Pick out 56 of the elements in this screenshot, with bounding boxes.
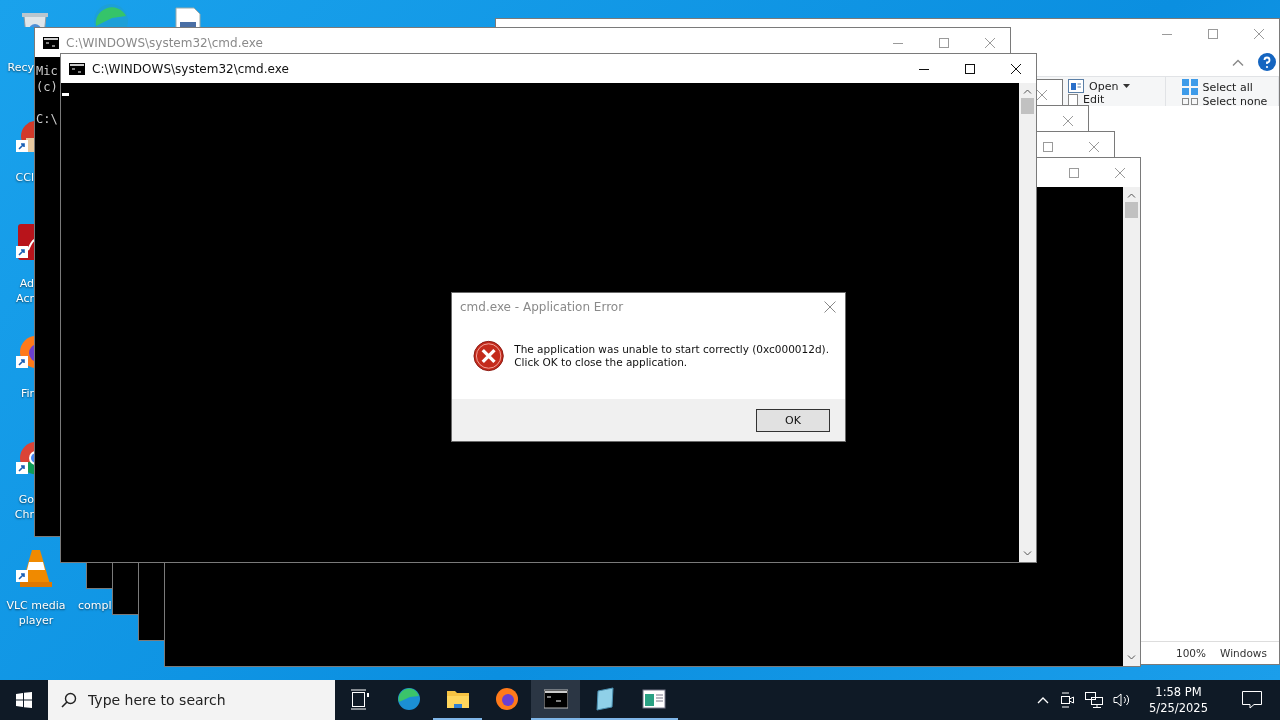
maximize-button[interactable] bbox=[965, 63, 975, 74]
scrollbar[interactable] bbox=[1123, 187, 1140, 666]
scroll-down-icon[interactable] bbox=[1127, 655, 1136, 660]
dropdown-caret-icon bbox=[1123, 84, 1131, 88]
console-text: (c) bbox=[36, 79, 58, 95]
console-icon bbox=[543, 687, 568, 711]
ok-button[interactable]: OK bbox=[756, 408, 830, 432]
clock-time[interactable]: 1:58 PM bbox=[1155, 684, 1202, 700]
status-text: Windows bbox=[1220, 647, 1267, 659]
ribbon-button[interactable]: Edit bbox=[1068, 93, 1105, 106]
window-title: C:\WINDOWS\system32\cmd.exe bbox=[92, 61, 289, 76]
scroll-down-icon[interactable] bbox=[1023, 551, 1032, 556]
search-field[interactable]: Type here to search bbox=[48, 680, 335, 720]
collapse-ribbon-icon[interactable] bbox=[1232, 58, 1244, 66]
edge-icon bbox=[396, 687, 421, 711]
icon-label: Ad Acr bbox=[15, 276, 34, 306]
error-message: The application was unable to start correctly (0xc000012d). Click OK to close the application. bbox=[514, 343, 829, 369]
start-icon[interactable] bbox=[16, 692, 32, 708]
ribbon-button[interactable]: Open bbox=[1068, 79, 1131, 93]
icon-label: Fir bbox=[19, 386, 34, 401]
task-view-icon bbox=[349, 688, 370, 710]
scroll-up-icon[interactable] bbox=[1023, 89, 1032, 94]
camera-icon[interactable] bbox=[1059, 691, 1076, 709]
console-text: Mic bbox=[36, 63, 58, 79]
ribbon-button[interactable]: Select all bbox=[1181, 79, 1253, 95]
scroll-thumb[interactable] bbox=[1125, 202, 1138, 218]
ribbon-button[interactable]: Select none bbox=[1181, 95, 1268, 108]
icon-label: Go Chr bbox=[13, 492, 34, 522]
chevron-up-icon[interactable] bbox=[1037, 696, 1050, 704]
taskbar-app[interactable] bbox=[531, 680, 580, 720]
console-icon bbox=[69, 62, 85, 75]
window-title: C:\WINDOWS\system32\cmd.exe bbox=[66, 35, 263, 50]
notifications-icon[interactable] bbox=[1242, 691, 1262, 709]
firefox-icon bbox=[494, 687, 519, 711]
network-icon[interactable] bbox=[1085, 692, 1104, 708]
squares-icon bbox=[1181, 98, 1198, 105]
dialog-title: cmd.exe - Application Error bbox=[460, 300, 624, 314]
status-text: 100% bbox=[1176, 647, 1207, 659]
grid-icon bbox=[1181, 79, 1198, 95]
scroll-up-icon[interactable] bbox=[1127, 193, 1136, 198]
window-icon bbox=[1068, 79, 1084, 93]
scrollbar[interactable] bbox=[1019, 83, 1036, 562]
search-icon bbox=[61, 692, 77, 708]
window-icon bbox=[641, 687, 666, 711]
help-icon[interactable] bbox=[1258, 53, 1276, 71]
scroll-thumb[interactable] bbox=[1021, 98, 1034, 114]
icon-label: compl bbox=[78, 598, 112, 613]
console-text: C:\ bbox=[36, 111, 58, 127]
icon-label: CCl bbox=[14, 170, 34, 185]
error-icon bbox=[473, 340, 505, 372]
icon-label: Recy bbox=[6, 60, 34, 75]
console-icon bbox=[43, 36, 59, 49]
close-button[interactable] bbox=[1011, 63, 1021, 74]
icon-label: VLC media player bbox=[5, 598, 67, 628]
clock-date[interactable]: 5/25/2025 bbox=[1149, 700, 1208, 716]
speaker-icon[interactable] bbox=[1113, 692, 1132, 708]
